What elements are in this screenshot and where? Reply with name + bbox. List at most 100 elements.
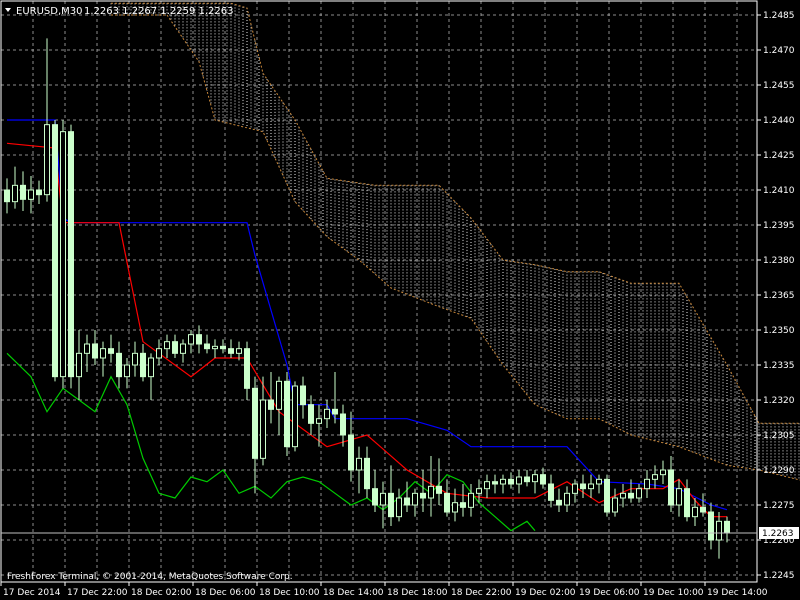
x-tick-label: 18 Dec 18:00 [387,588,448,598]
candle-body [84,343,90,354]
candle-body [692,506,698,518]
x-tick-label: 17 Dec 22:00 [67,588,128,598]
candle-body [228,348,234,354]
y-tick-label: 1.2470 [763,46,795,56]
candle-body [52,124,58,378]
candle-body [276,380,282,410]
candle-body [652,474,658,480]
candle-body [268,399,274,410]
candle-body [612,497,618,513]
candle-body [532,474,538,483]
candle-body [316,418,322,424]
y-tick-label: 1.2485 [763,11,795,21]
candle-body [636,488,642,499]
candle-body [204,343,210,350]
candle-body [564,492,570,506]
copyright-text: FreshForex Terminal, © 2001-2014, MetaQu… [7,572,293,582]
candle-body [604,478,610,513]
candle-body [236,348,242,354]
y-tick-label: 1.2275 [763,501,795,511]
candle-body [4,189,10,203]
x-tick-label: 19 Dec 10:00 [643,588,704,598]
candle-body [188,334,194,345]
candle-body [420,492,426,499]
candle-body [292,385,298,448]
candle-body [364,457,370,490]
candle-body [196,334,202,345]
y-tick-label: 1.2410 [763,186,795,196]
x-tick-label: 18 Dec 06:00 [195,588,256,598]
ohlc-values: 1.2263 1.2267 1.2259 1.2263 [84,6,234,17]
candle-body [468,492,474,508]
candle-body [444,492,450,513]
candle-body [460,502,466,508]
candle-body [308,404,314,424]
candle-body [140,352,146,378]
candle-body [708,511,714,541]
y-tick-label: 1.2320 [763,396,795,406]
candle-body [92,343,98,359]
candle-body [404,497,410,506]
candle-body [724,520,730,534]
y-tick-label: 1.2305 [763,431,795,441]
candle-body [36,189,42,196]
candle-body [348,434,354,471]
y-tick-label: 1.2425 [763,151,795,161]
candle-body [660,469,666,476]
candle-body [220,345,226,350]
candle-body [700,506,706,513]
x-tick-label: 19 Dec 02:00 [515,588,576,598]
candle-body [596,478,602,485]
candle-body [172,341,178,354]
candle-body [260,399,266,459]
candle-body [124,364,130,378]
candle-body [484,481,490,490]
x-tick-label: 18 Dec 22:00 [451,588,512,598]
candle-body [540,474,546,485]
candle-body [60,131,66,378]
candle-body [580,483,586,490]
y-tick-label: 1.2335 [763,361,795,371]
candle-body [68,131,74,378]
candle-body [180,343,186,354]
candle-body [132,352,138,366]
candle-body [324,408,330,420]
candle-body [412,492,418,506]
candle-body [156,348,162,359]
candle-body [372,488,378,506]
symbol-timeframe: EURUSD,M30 [16,6,82,17]
candle-body [28,189,34,200]
candle-body [164,341,170,350]
y-tick-label: 1.2380 [763,256,795,266]
candle-body [212,345,218,350]
candle-body [684,488,690,518]
candle-body [476,488,482,494]
candle-body [644,478,650,490]
candle-body [76,352,82,378]
candle-body [620,492,626,499]
candle-body [428,485,434,499]
candle-body [340,413,346,436]
candle-body [516,476,522,485]
candle-body [628,492,634,499]
candle-body [284,380,290,448]
price-chart[interactable]: 1.2485 1.2470 1.2455 1.2440 1.2425 1.2410 1.23… [0,0,800,600]
candle-body [380,492,386,506]
candle-body [108,348,114,354]
y-tick-label: 1.2245 [763,571,795,581]
x-tick-label: 19 Dec 14:00 [707,588,768,598]
candle-body [100,348,106,359]
x-tick-label: 17 Dec 2014 [3,588,61,598]
bid-price-label: 1.2263 [762,529,794,539]
candle-body [524,476,530,483]
x-tick-label: 19 Dec 06:00 [579,588,640,598]
candle-body [388,492,394,518]
y-tick-label: 1.2290 [763,466,795,476]
candle-body [148,357,154,378]
candle-body [332,408,338,415]
candle-body [668,469,674,506]
candle-body [436,485,442,494]
y-tick-label: 1.2365 [763,291,795,301]
candle-body [12,184,18,203]
candle-body [548,483,554,501]
